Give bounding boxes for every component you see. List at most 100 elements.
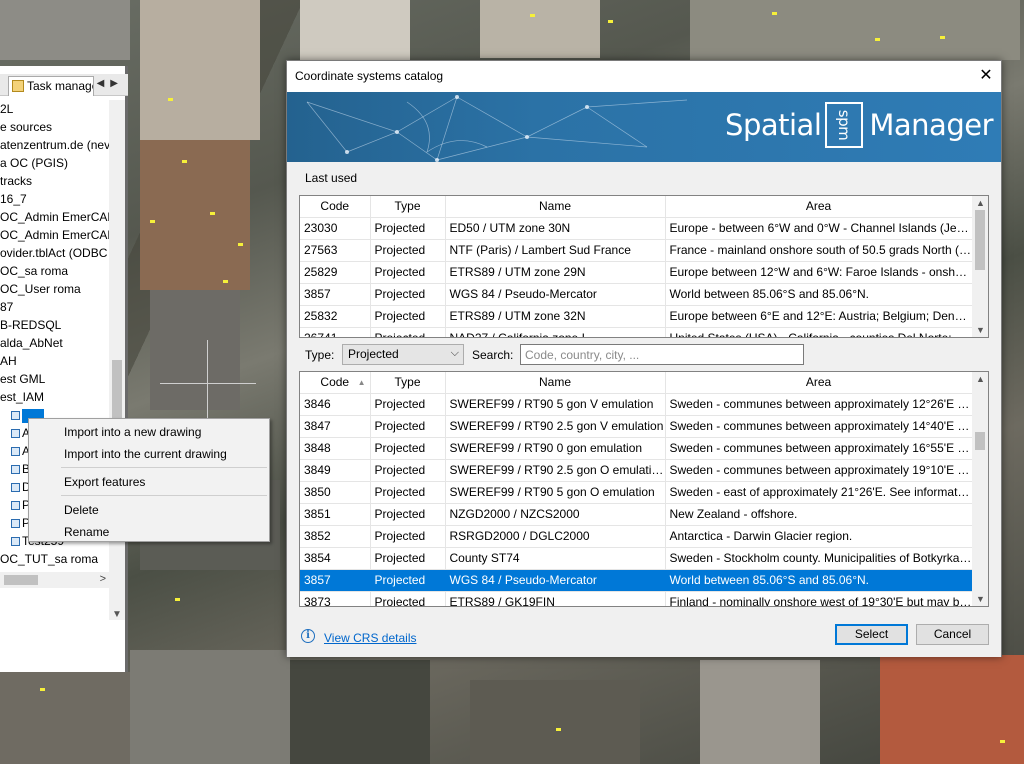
table-row[interactable]: 3850 Projected SWEREF99 / RT90 5 gon O emu…: [300, 481, 973, 504]
cell-code: 3849: [300, 459, 371, 482]
table-row[interactable]: 3847 Projected SWEREF99 / RT90 2.5 gon V e…: [300, 415, 973, 438]
menu-item-import-current-drawing[interactable]: Import into the current drawing: [29, 443, 269, 465]
cell-name: SWEREF99 / RT90 2.5 gon O emulation: [445, 459, 666, 482]
menu-separator: [61, 467, 267, 468]
table-row[interactable]: 3857 Projected WGS 84 / Pseudo-Mercator Wor…: [300, 569, 973, 592]
tree-item-label: AH: [0, 354, 17, 368]
search-input[interactable]: [520, 344, 804, 365]
tree-item-label: atenzentrum.de (nev: [0, 138, 110, 152]
tree-item[interactable]: est GML: [0, 370, 110, 388]
close-icon[interactable]: ✕: [971, 61, 1001, 92]
tree-item[interactable]: B-REDSQL: [0, 316, 110, 334]
last-used-scrollbar[interactable]: ▲ ▼: [972, 196, 988, 337]
search-label: Search:: [472, 348, 514, 362]
tree-item[interactable]: e sources: [0, 118, 110, 136]
chevron-down-icon[interactable]: ⌵: [451, 347, 459, 360]
table-row[interactable]: 3849 Projected SWEREF99 / RT90 2.5 gon O e…: [300, 459, 973, 482]
table-row[interactable]: 3852 Projected RSRGD2000 / DGLC2000 Antarct…: [300, 525, 973, 548]
tree-item-label: tracks: [0, 174, 33, 188]
tree-item[interactable]: a OC (PGIS): [0, 154, 110, 172]
menu-item-delete[interactable]: Delete: [29, 499, 269, 521]
table-row[interactable]: 3851 Projected NZGD2000 / NZCS2000 New Zeal…: [300, 503, 973, 526]
tree-item[interactable]: 2L: [0, 100, 110, 118]
scrollbar-thumb[interactable]: [4, 575, 38, 585]
tree-item-label: OC_Admin EmerCAD: [0, 228, 110, 242]
cell-name: ED50 / UTM zone 30N: [445, 217, 666, 240]
scrollbar-thumb[interactable]: [975, 210, 985, 270]
column-header-name[interactable]: Name: [445, 196, 666, 218]
scroll-down-icon[interactable]: ▼: [976, 594, 985, 604]
table-row[interactable]: 3846 Projected SWEREF99 / RT90 5 gon V emu…: [300, 393, 973, 416]
tree-item[interactable]: tracks: [0, 172, 110, 190]
cell-code: 27563: [300, 239, 371, 262]
tree-item[interactable]: OC_sa roma: [0, 262, 110, 280]
menu-item-export-features[interactable]: Export features: [29, 471, 269, 493]
scroll-down-icon[interactable]: ▼: [112, 609, 122, 620]
layer-icon: [11, 501, 20, 510]
table-header-row: Code Type Name Area: [300, 196, 973, 218]
tab-scroll-arrows[interactable]: ◀▶: [97, 78, 124, 89]
column-header-area[interactable]: Area: [665, 196, 973, 218]
tree-item[interactable]: ovider.tblAct (ODBC: [0, 244, 110, 262]
tree-horizontal-scrollbar[interactable]: >: [0, 572, 110, 588]
table-row[interactable]: 3873 Projected ETRS89 / GK19FIN Finland - n…: [300, 591, 973, 606]
dialog-title: Coordinate systems catalog: [295, 69, 444, 83]
scroll-up-icon[interactable]: ▲: [976, 198, 985, 208]
table-row[interactable]: 26741 Projected NAD27 / California zone IU…: [300, 327, 973, 337]
tree-item[interactable]: OC_TUT_sa roma: [0, 550, 110, 568]
task-manager-icon: [12, 80, 24, 92]
tree-item[interactable]: est_IAM: [0, 388, 110, 406]
menu-item-import-new-drawing[interactable]: Import into a new drawing: [29, 421, 269, 443]
tree-item[interactable]: OC_User roma: [0, 280, 110, 298]
table-row[interactable]: 27563 Projected NTF (Paris) / Lambert Sud …: [300, 239, 973, 262]
tree-item[interactable]: atenzentrum.de (nev: [0, 136, 110, 154]
spm-logo-icon: spm: [825, 102, 864, 148]
tree-item[interactable]: AH: [0, 352, 110, 370]
tree-item[interactable]: OC_Admin EmerCAD: [0, 226, 110, 244]
scroll-down-icon[interactable]: ▼: [976, 325, 985, 335]
cell-name: RSRGD2000 / DGLC2000: [445, 525, 666, 548]
table-row[interactable]: 3848 Projected SWEREF99 / RT90 0 gon emula…: [300, 437, 973, 460]
tree-item[interactable]: 16_7: [0, 190, 110, 208]
column-header-type[interactable]: Type: [370, 196, 446, 218]
cell-area: France - mainland onshore south of 50.5 …: [665, 239, 973, 262]
menu-item-rename[interactable]: Rename: [29, 521, 269, 543]
column-header-type[interactable]: Type: [370, 372, 446, 394]
results-scrollbar[interactable]: ▲ ▼: [972, 372, 988, 606]
cell-code: 3857: [300, 569, 371, 592]
scroll-right-icon[interactable]: >: [100, 573, 106, 585]
scroll-up-icon[interactable]: ▲: [976, 374, 985, 384]
tree-item-label: 2L: [0, 102, 14, 116]
column-header-code[interactable]: Code ▲: [300, 372, 371, 394]
table-row[interactable]: 25832 Projected ETRS89 / UTM zone 32N Europ…: [300, 305, 973, 328]
menu-separator: [61, 495, 267, 496]
cell-type: Projected: [370, 547, 446, 570]
cell-code: 23030: [300, 217, 371, 240]
crs-catalog-dialog: Coordinate systems catalog ✕ Spatial spm…: [286, 60, 1002, 657]
cell-area: Sweden - Stockholm county. Municipalitie…: [665, 547, 973, 570]
column-header-name[interactable]: Name: [445, 372, 666, 394]
cell-type: Projected: [370, 525, 446, 548]
tree-item[interactable]: 87: [0, 298, 110, 316]
tree-item-label: ovider.tblAct (ODBC: [0, 246, 108, 260]
cell-area: Finland - nominally onshore west of 19°3…: [665, 591, 973, 606]
table-row[interactable]: 3857 Projected WGS 84 / Pseudo-Mercator Wor…: [300, 283, 973, 306]
cell-area: World between 85.06°S and 85.06°N.: [665, 569, 973, 592]
select-button[interactable]: Select: [835, 624, 908, 645]
cell-type: Projected: [370, 261, 446, 284]
column-header-code[interactable]: Code: [300, 196, 371, 218]
table-row[interactable]: 23030 Projected ED50 / UTM zone 30N Europe …: [300, 217, 973, 240]
table-row[interactable]: 25829 Projected ETRS89 / UTM zone 29N Europ…: [300, 261, 973, 284]
type-dropdown[interactable]: Projected ⌵: [342, 344, 464, 365]
tree-item[interactable]: OC_Admin EmerCAD: [0, 208, 110, 226]
table-row[interactable]: 3854 Projected County ST74 Sweden - Stockho…: [300, 547, 973, 570]
cell-code: 3850: [300, 481, 371, 504]
cancel-button[interactable]: Cancel: [916, 624, 989, 645]
tab-task-manager[interactable]: Task manage: [8, 76, 94, 96]
layer-icon: [11, 519, 20, 528]
view-crs-details-link[interactable]: View CRS details: [324, 631, 416, 645]
tree-item[interactable]: alda_AbNet: [0, 334, 110, 352]
sort-ascending-icon: ▲: [357, 378, 366, 387]
column-header-area[interactable]: Area: [665, 372, 973, 394]
scrollbar-thumb[interactable]: [975, 432, 985, 450]
